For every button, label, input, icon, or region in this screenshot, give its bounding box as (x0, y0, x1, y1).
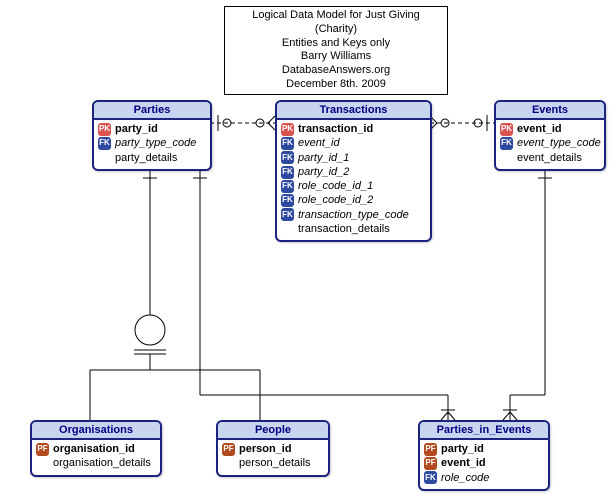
attribute-row: PK party_id (98, 122, 206, 136)
attribute-label: party_id (115, 122, 158, 136)
entity-organisations-body: PF organisation_idorganisation_details (32, 440, 160, 475)
title-line-5: December 8th. 2009 (231, 78, 441, 92)
entity-parties-in-events-body: PF party_id PF event_id FK role_code (420, 440, 548, 489)
attribute-row: event_details (500, 151, 600, 165)
attribute-row: FK transaction_type_code (281, 208, 426, 222)
attribute-row: FK party_id_1 (281, 151, 426, 165)
attribute-row: PF party_id (424, 442, 544, 456)
entity-people-header: People (218, 422, 328, 440)
entity-events-body: PK event_id FK event_type_codeevent_details (496, 120, 604, 169)
attribute-row: party_details (98, 151, 206, 165)
diagram-title-box: Logical Data Model for Just Giving (Char… (224, 6, 448, 95)
fk-key-icon: FK (281, 151, 294, 164)
attribute-label: person_id (239, 442, 292, 456)
title-line-3: Barry Williams (231, 50, 441, 64)
entity-organisations-header: Organisations (32, 422, 160, 440)
attribute-row: FK role_code (424, 471, 544, 485)
entity-parties-body: PK party_id FK party_type_codeparty_details (94, 120, 210, 169)
attribute-label: event_id (298, 136, 340, 150)
attribute-row: PF person_id (222, 442, 324, 456)
attribute-label: organisation_id (53, 442, 135, 456)
attribute-label: transaction_id (298, 122, 373, 136)
entity-parties-header: Parties (94, 102, 210, 120)
entity-transactions-body: PKtransaction_idFKevent_idFKparty_id_1FK… (277, 120, 430, 240)
pf-key-icon: PF (424, 443, 437, 456)
attribute-row: FK event_id (281, 136, 426, 150)
fk-key-icon: FK (500, 137, 513, 150)
attribute-label: party_details (115, 151, 177, 165)
attribute-label: event_details (517, 151, 582, 165)
attribute-label: role_code_id_2 (298, 193, 373, 207)
pf-key-icon: PF (36, 443, 49, 456)
fk-key-icon: FK (281, 208, 294, 221)
entity-parties-in-events-header: Parties_in_Events (420, 422, 548, 440)
attribute-label: transaction_details (298, 222, 390, 236)
attribute-label: event_id (517, 122, 562, 136)
attribute-label: event_id (441, 456, 486, 470)
entity-parties-in-events: Parties_in_Events PFparty_idPFevent_idFK… (418, 420, 550, 491)
attribute-row: FK role_code_id_2 (281, 193, 426, 207)
attribute-label: role_code_id_1 (298, 179, 373, 193)
fk-key-icon: FK (281, 137, 294, 150)
attribute-row: FK party_type_code (98, 136, 206, 150)
pf-key-icon: PF (222, 443, 235, 456)
entity-people: People PF person_idperson_details (216, 420, 330, 477)
attribute-label: party_id (441, 442, 484, 456)
pk-key-icon: PK (281, 123, 294, 136)
attribute-label: event_type_code (517, 136, 601, 150)
attribute-label: person_details (239, 456, 311, 470)
fk-key-icon: FK (98, 137, 111, 150)
attribute-row: transaction_details (281, 222, 426, 236)
entity-events-header: Events (496, 102, 604, 120)
attribute-label: transaction_type_code (298, 208, 409, 222)
entity-transactions: Transactions PKtransaction_idFKevent_idF… (275, 100, 432, 242)
attribute-row: PF organisation_id (36, 442, 156, 456)
attribute-row: FK party_id_2 (281, 165, 426, 179)
attribute-label: party_type_code (115, 136, 196, 150)
entity-organisations: Organisations PF organisation_idorganisat… (30, 420, 162, 477)
attribute-row: organisation_details (36, 456, 156, 470)
pk-key-icon: PK (500, 123, 513, 136)
fk-key-icon: FK (281, 194, 294, 207)
title-line-2: Entities and Keys only (231, 37, 441, 51)
attribute-row: PK transaction_id (281, 122, 426, 136)
attribute-row: PK event_id (500, 122, 600, 136)
attribute-label: role_code (441, 471, 489, 485)
pk-key-icon: PK (98, 123, 111, 136)
entity-events: Events PK event_id FK event_type_codeevent_… (494, 100, 606, 171)
title-line-4: DatabaseAnswers.org (231, 64, 441, 78)
pf-key-icon: PF (424, 457, 437, 470)
attribute-label: organisation_details (53, 456, 151, 470)
attribute-row: PF event_id (424, 456, 544, 470)
entity-people-body: PF person_idperson_details (218, 440, 328, 475)
fk-key-icon: FK (424, 471, 437, 484)
entity-parties: Parties PK party_id FK party_type_codeparty… (92, 100, 212, 171)
attribute-row: FK event_type_code (500, 136, 600, 150)
fk-key-icon: FK (281, 166, 294, 179)
attribute-row: person_details (222, 456, 324, 470)
attribute-label: party_id_1 (298, 151, 349, 165)
title-line-1: Logical Data Model for Just Giving (Char… (231, 9, 441, 37)
entity-transactions-header: Transactions (277, 102, 430, 120)
attribute-row: FK role_code_id_1 (281, 179, 426, 193)
attribute-label: party_id_2 (298, 165, 349, 179)
fk-key-icon: FK (281, 180, 294, 193)
